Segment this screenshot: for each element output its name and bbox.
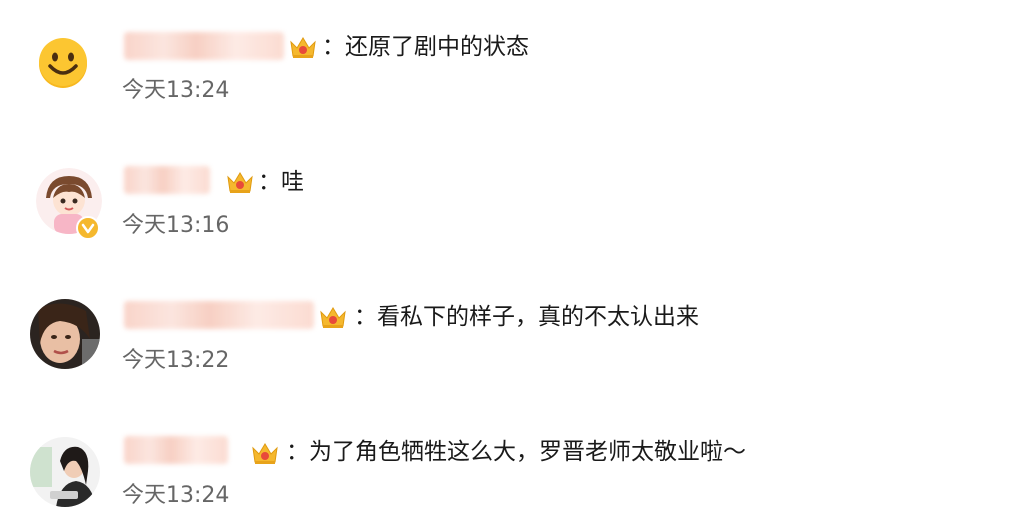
comment-time: 今天13:16	[122, 213, 230, 238]
comment-item: ：哇 今天13:16	[0, 140, 1010, 250]
crown-badge-icon	[318, 304, 348, 330]
comment-text: ：还原了剧中的状态	[322, 34, 529, 60]
comment-time: 今天13:22	[122, 348, 230, 373]
comment-text: ：为了角色牺牲这么大，罗晋老师太敬业啦～	[286, 439, 746, 465]
username-blurred[interactable]	[124, 301, 314, 329]
username-blurred[interactable]	[124, 32, 284, 60]
verified-v-icon	[76, 216, 100, 240]
photo-avatar[interactable]	[30, 437, 100, 507]
comment-list: ：还原了剧中的状态 今天13:24 ：哇 今天13:16 ：看私下的样子，真的不…	[0, 0, 1010, 528]
username-blurred[interactable]	[124, 436, 228, 464]
comment-item: ：为了角色牺牲这么大，罗晋老师太敬业啦～ 今天13:24	[0, 410, 1010, 520]
comment-text: ：看私下的样子，真的不太认出来	[354, 304, 699, 330]
comment-text: ：哇	[258, 169, 304, 195]
comment-time: 今天13:24	[122, 78, 230, 103]
comment-item: ：看私下的样子，真的不太认出来 今天13:22	[0, 275, 1010, 385]
username-blurred[interactable]	[124, 166, 210, 194]
crown-badge-icon	[250, 440, 280, 466]
photo-avatar[interactable]	[30, 299, 100, 369]
crown-badge-icon	[225, 169, 255, 195]
comment-item: ：还原了剧中的状态 今天13:24	[0, 0, 1010, 110]
crown-badge-icon	[288, 34, 318, 60]
smiley-avatar[interactable]	[30, 28, 96, 94]
comment-time: 今天13:24	[122, 483, 230, 508]
